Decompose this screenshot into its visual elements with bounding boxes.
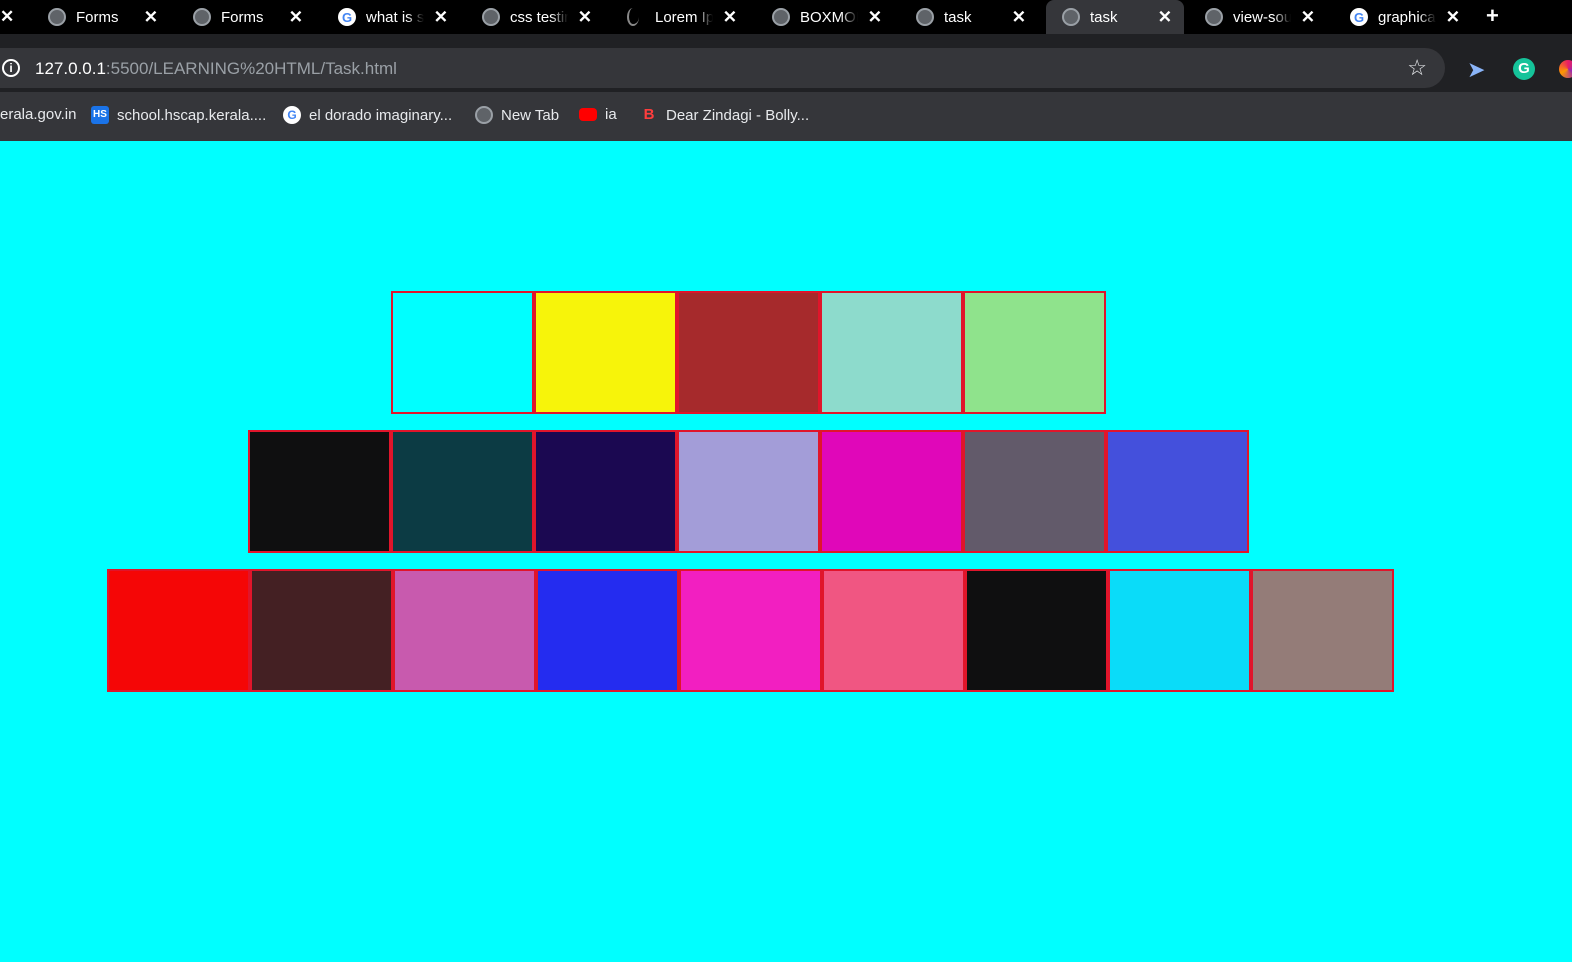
bookmark-el-dorado[interactable]: G el dorado imaginary... xyxy=(283,106,452,124)
color-box xyxy=(820,291,963,414)
color-row-1 xyxy=(391,291,1106,414)
lorem-icon xyxy=(627,8,639,26)
tab-title: Lorem Ip xyxy=(655,8,713,26)
tab-lorem-ipsum[interactable]: Lorem Ip ✕ xyxy=(611,2,749,32)
color-box xyxy=(963,291,1106,414)
tab-title: view-sou xyxy=(1233,8,1291,26)
hs-icon: HS xyxy=(91,106,109,124)
globe-icon xyxy=(48,8,66,26)
color-box xyxy=(393,569,536,692)
tab-title: what is s xyxy=(366,8,424,26)
tab-title: BOXMOI xyxy=(800,8,858,26)
color-box xyxy=(963,430,1106,553)
globe-icon xyxy=(1205,8,1223,26)
bookmark-label: Dear Zindagi - Bolly... xyxy=(666,106,810,124)
color-box xyxy=(536,569,679,692)
color-box xyxy=(391,291,534,414)
close-icon[interactable]: ✕ xyxy=(1446,9,1460,26)
bookmark-ia[interactable]: ia xyxy=(579,106,617,123)
page-content xyxy=(0,141,1572,962)
bookmark-hscap[interactable]: HS school.hscap.kerala.... xyxy=(91,106,266,124)
tab-title: task xyxy=(944,8,972,26)
url-path: :5500/LEARNING%20HTML/Task.html xyxy=(105,59,397,78)
close-icon[interactable]: ✕ xyxy=(289,9,303,26)
bookmark-new-tab[interactable]: New Tab xyxy=(475,106,559,124)
close-icon[interactable]: ✕ xyxy=(1301,9,1315,26)
tab-title: task xyxy=(1090,8,1118,26)
grammarly-icon[interactable]: G xyxy=(1513,58,1535,80)
color-box xyxy=(107,569,250,692)
new-tab-plus-icon[interactable]: + xyxy=(1486,3,1499,29)
google-icon: G xyxy=(283,106,301,124)
close-icon[interactable]: ✕ xyxy=(1012,9,1026,26)
tab-title: Forms xyxy=(76,8,119,26)
bookmarks-bar: erala.gov.in HS school.hscap.kerala.... … xyxy=(0,92,1572,141)
globe-icon xyxy=(772,8,790,26)
color-box xyxy=(1251,569,1394,692)
color-row-3 xyxy=(107,569,1394,692)
tab-css-testing[interactable]: css testir ✕ xyxy=(466,2,604,32)
color-box xyxy=(677,291,820,414)
color-box xyxy=(391,430,534,553)
google-icon: G xyxy=(338,8,356,26)
globe-icon xyxy=(193,8,211,26)
close-icon[interactable]: ✕ xyxy=(723,9,737,26)
bookmark-dear-zindagi[interactable]: B Dear Zindagi - Bolly... xyxy=(640,106,810,124)
tab-strip: ✕ Forms ✕ Forms ✕ G what is s ✕ css test… xyxy=(0,0,1572,34)
globe-icon xyxy=(475,106,493,124)
tab-boxmodel[interactable]: BOXMOI ✕ xyxy=(756,2,894,32)
bookmark-label: New Tab xyxy=(501,106,560,124)
globe-icon xyxy=(916,8,934,26)
tab-what-is[interactable]: G what is s ✕ xyxy=(322,2,460,32)
color-box xyxy=(822,569,965,692)
bookmark-label: ia xyxy=(605,106,617,123)
color-box xyxy=(677,430,820,553)
close-icon[interactable]: ✕ xyxy=(868,9,882,26)
globe-icon xyxy=(1062,8,1080,26)
bookmark-star-icon[interactable]: ☆ xyxy=(1407,55,1427,81)
color-box xyxy=(248,430,391,553)
color-box xyxy=(679,569,822,692)
site-info-icon[interactable]: i xyxy=(2,59,20,77)
youtube-icon xyxy=(579,108,597,121)
tab-title: Forms xyxy=(221,8,264,26)
tab-title: css testir xyxy=(510,8,568,26)
color-row-2 xyxy=(248,430,1249,553)
extension-icon[interactable] xyxy=(1559,60,1572,78)
tab-0-close-icon[interactable]: ✕ xyxy=(0,7,14,27)
google-icon: G xyxy=(1350,8,1368,26)
url-host: 127.0.0.1 xyxy=(35,59,106,78)
tab-title: graphica xyxy=(1378,8,1436,26)
close-icon[interactable]: ✕ xyxy=(1158,9,1172,26)
color-box xyxy=(1106,430,1249,553)
tab-forms-2[interactable]: Forms ✕ xyxy=(177,2,315,32)
dz-icon: B xyxy=(643,106,655,123)
color-box xyxy=(534,291,677,414)
bookmark-label: school.hscap.kerala.... xyxy=(117,106,267,124)
bookmark-kerala-gov[interactable]: erala.gov.in xyxy=(0,106,76,123)
url-text[interactable]: 127.0.0.1:5500/LEARNING%20HTML/Task.html xyxy=(35,59,397,79)
tab-graphical[interactable]: G graphica ✕ xyxy=(1334,2,1472,32)
close-icon[interactable]: ✕ xyxy=(434,9,448,26)
tab-task-1[interactable]: task ✕ xyxy=(900,2,1038,32)
tab-forms-1[interactable]: Forms ✕ xyxy=(32,2,170,32)
send-icon[interactable]: ➤ xyxy=(1467,57,1485,83)
bookmark-label: el dorado imaginary... xyxy=(309,106,453,124)
color-box xyxy=(1108,569,1251,692)
color-box xyxy=(965,569,1108,692)
tab-view-source[interactable]: view-sou ✕ xyxy=(1189,2,1327,32)
bookmark-label: erala.gov.in xyxy=(0,106,77,123)
color-box xyxy=(820,430,963,553)
address-bar[interactable]: i 127.0.0.1:5500/LEARNING%20HTML/Task.ht… xyxy=(0,48,1445,88)
color-box xyxy=(534,430,677,553)
close-icon[interactable]: ✕ xyxy=(578,9,592,26)
close-icon[interactable]: ✕ xyxy=(144,9,158,26)
globe-icon xyxy=(482,8,500,26)
color-box xyxy=(250,569,393,692)
tab-task-active[interactable]: task ✕ xyxy=(1046,0,1184,34)
toolbar: i 127.0.0.1:5500/LEARNING%20HTML/Task.ht… xyxy=(0,34,1572,92)
